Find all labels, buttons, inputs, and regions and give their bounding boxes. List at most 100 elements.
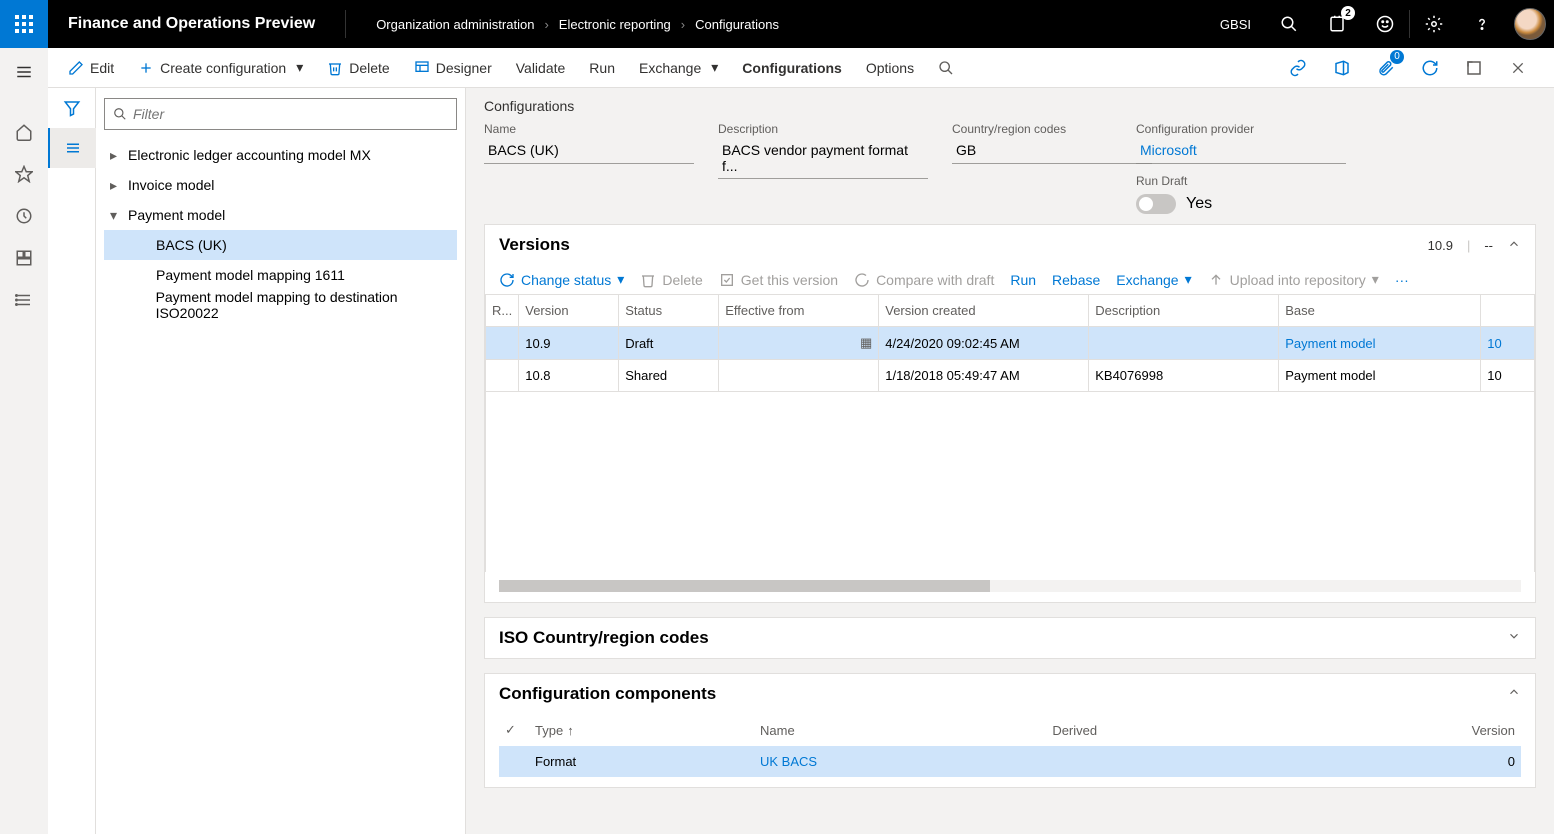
home-icon[interactable] <box>6 114 42 150</box>
chevron-down-icon: ▾ <box>711 59 718 76</box>
tree-item[interactable]: ▸Electronic ledger accounting model MX <box>104 140 457 170</box>
avatar[interactable] <box>1506 0 1554 48</box>
table-row[interactable]: 10.8Shared1/18/2018 05:49:47 AMKB4076998… <box>486 360 1535 392</box>
column-header[interactable]: Description <box>1089 295 1279 327</box>
validate-button[interactable]: Validate <box>508 52 574 84</box>
exchange-button[interactable]: Exchange▾ <box>631 52 726 84</box>
run-draft-value: Yes <box>1186 195 1212 213</box>
help-icon[interactable] <box>1458 0 1506 48</box>
refresh-icon[interactable] <box>1414 52 1446 84</box>
table-cell: Draft <box>619 327 719 360</box>
table-cell[interactable]: Payment model <box>1279 327 1481 360</box>
recent-icon[interactable] <box>6 198 42 234</box>
attachment-badge: 0 <box>1390 50 1404 64</box>
run-button[interactable]: Run <box>581 52 623 84</box>
hamburger-icon[interactable] <box>6 54 42 90</box>
edit-button[interactable]: Edit <box>60 52 122 84</box>
toolbar-search-icon[interactable] <box>930 52 962 84</box>
column-header[interactable]: Effective from <box>719 295 879 327</box>
workspaces-icon[interactable] <box>6 240 42 276</box>
table-row[interactable]: 10.9Draft▦4/24/2020 09:02:45 AMPayment m… <box>486 327 1535 360</box>
horizontal-scrollbar[interactable] <box>499 580 1521 592</box>
smiley-icon[interactable] <box>1361 0 1409 48</box>
designer-button[interactable]: Designer <box>406 52 500 84</box>
checkmark-icon[interactable]: ✓ <box>505 722 516 737</box>
column-header[interactable]: Status <box>619 295 719 327</box>
version-run-button[interactable]: Run <box>1010 272 1036 288</box>
action-toolbar: Edit Create configuration ▾ Delete Desig… <box>48 48 1554 88</box>
description-value[interactable]: BACS vendor payment format f... <box>718 138 928 179</box>
attachments-icon[interactable]: 0 <box>1370 52 1402 84</box>
collapse-icon[interactable] <box>1507 685 1521 704</box>
column-header[interactable]: Base <box>1279 295 1481 327</box>
column-header[interactable]: Version created <box>879 295 1089 327</box>
filter-input[interactable] <box>133 106 448 122</box>
list-tab-icon[interactable] <box>48 128 96 168</box>
tree-item[interactable]: ▾Payment model <box>104 200 457 230</box>
column-header[interactable]: Version <box>519 295 619 327</box>
close-icon[interactable] <box>1502 52 1534 84</box>
tree-item[interactable]: Payment model mapping 1611 <box>104 260 457 290</box>
company-code[interactable]: GBSI <box>1206 17 1265 32</box>
description-label: Description <box>718 122 928 136</box>
search-icon[interactable] <box>1265 0 1313 48</box>
delete-button[interactable]: Delete <box>319 52 397 84</box>
version-exchange-button[interactable]: Exchange▾ <box>1116 271 1191 288</box>
create-configuration-button[interactable]: Create configuration ▾ <box>130 52 311 84</box>
table-row[interactable]: FormatUK BACS 0 <box>499 746 1521 777</box>
col-version[interactable]: Version <box>1287 714 1521 746</box>
notifications-icon[interactable]: 2 <box>1313 0 1361 48</box>
chevron-right-icon[interactable]: ▸ <box>110 147 128 164</box>
change-status-button[interactable]: Change status ▾ <box>499 271 624 288</box>
column-header[interactable]: R... <box>486 295 519 327</box>
chevron-down-icon[interactable]: ▾ <box>110 207 128 224</box>
name-value[interactable]: BACS (UK) <box>484 138 694 164</box>
expand-icon[interactable] <box>1507 629 1521 648</box>
designer-label: Designer <box>436 60 492 76</box>
configurations-tab[interactable]: Configurations <box>734 52 850 84</box>
link-icon[interactable] <box>1282 52 1314 84</box>
table-cell[interactable]: UK BACS <box>754 746 1046 777</box>
country-value[interactable]: GB <box>952 138 1152 164</box>
table-cell <box>1089 327 1279 360</box>
star-icon[interactable] <box>6 156 42 192</box>
tree-filter[interactable] <box>104 98 457 130</box>
provider-value[interactable]: Microsoft <box>1136 138 1346 164</box>
tree-item[interactable]: BACS (UK) <box>104 230 457 260</box>
options-tab[interactable]: Options <box>858 52 922 84</box>
column-header[interactable] <box>1481 295 1535 327</box>
iso-title[interactable]: ISO Country/region codes <box>499 628 1507 648</box>
iso-country-card: ISO Country/region codes <box>484 617 1536 659</box>
components-title[interactable]: Configuration components <box>499 684 1507 704</box>
gear-icon[interactable] <box>1410 0 1458 48</box>
modules-icon[interactable] <box>6 282 42 318</box>
more-icon[interactable]: ··· <box>1395 272 1409 288</box>
col-name[interactable]: Name <box>754 714 1046 746</box>
table-cell[interactable]: 10 <box>1481 327 1535 360</box>
popout-icon[interactable] <box>1458 52 1490 84</box>
filter-tab-icon[interactable] <box>48 88 96 128</box>
office-icon[interactable] <box>1326 52 1358 84</box>
edit-label: Edit <box>90 60 114 76</box>
run-draft-toggle[interactable] <box>1136 194 1176 214</box>
upload-button: Upload into repository ▾ <box>1208 271 1379 288</box>
col-type[interactable]: Type <box>535 723 563 738</box>
tree-item[interactable]: ▸Invoice model <box>104 170 457 200</box>
tree-item[interactable]: Payment model mapping to destination ISO… <box>104 290 457 320</box>
collapse-icon[interactable] <box>1507 237 1521 254</box>
app-launcher-icon[interactable] <box>0 0 48 48</box>
table-cell: Format <box>529 746 754 777</box>
breadcrumb-item[interactable]: Electronic reporting <box>559 17 671 32</box>
table-cell: 0 <box>1287 746 1521 777</box>
calendar-icon[interactable]: ▦ <box>860 335 872 351</box>
breadcrumb-item[interactable]: Organization administration <box>376 17 534 32</box>
versions-current: 10.9 <box>1428 238 1453 253</box>
notification-badge: 2 <box>1341 6 1355 20</box>
rebase-button[interactable]: Rebase <box>1052 272 1100 288</box>
tree-item-label: Payment model <box>128 207 225 223</box>
breadcrumb-item[interactable]: Configurations <box>695 17 779 32</box>
table-cell <box>1046 746 1286 777</box>
col-derived[interactable]: Derived <box>1046 714 1286 746</box>
tree-item-label: Invoice model <box>128 177 214 193</box>
chevron-right-icon[interactable]: ▸ <box>110 177 128 194</box>
